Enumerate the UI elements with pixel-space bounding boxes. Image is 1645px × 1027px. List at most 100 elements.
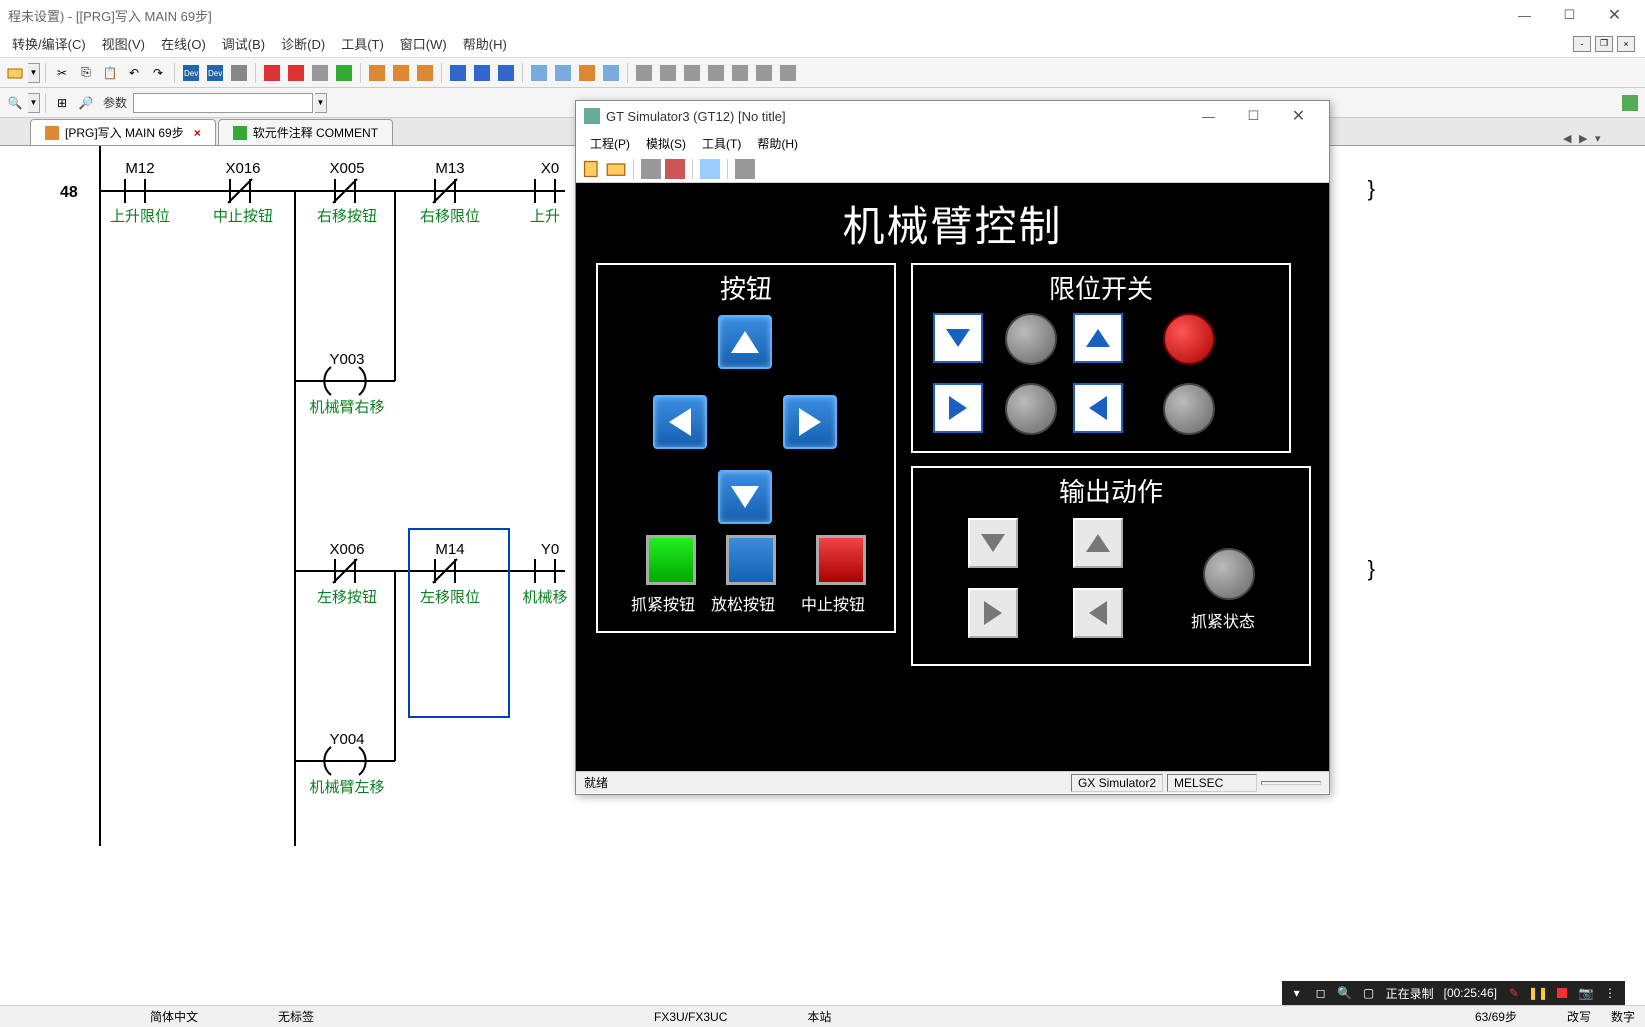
- max-button[interactable]: ☐: [1547, 0, 1592, 30]
- menu-online[interactable]: 在线(O): [153, 30, 214, 57]
- tb-u-icon[interactable]: [777, 62, 799, 84]
- hmi-limit-up[interactable]: [1073, 313, 1123, 363]
- gt-menu-help[interactable]: 帮助(H): [749, 133, 806, 154]
- gt-a-icon[interactable]: [641, 159, 661, 179]
- find-icon[interactable]: 🔎: [75, 92, 97, 114]
- tb-s-icon[interactable]: [729, 62, 751, 84]
- menu-debug[interactable]: 调试(B): [214, 30, 273, 57]
- gt-menu-sim[interactable]: 模拟(S): [638, 133, 694, 154]
- rec-stop-icon[interactable]: [1555, 986, 1569, 1000]
- copy-icon[interactable]: ⎘: [75, 62, 97, 84]
- hmi-limit-left[interactable]: [1073, 383, 1123, 433]
- hmi-out-left[interactable]: [1073, 588, 1123, 638]
- hmi-out-down[interactable]: [968, 518, 1018, 568]
- mdi-min[interactable]: -: [1573, 36, 1591, 52]
- param-input[interactable]: [133, 93, 313, 113]
- rec-screen-icon[interactable]: ▢: [1362, 986, 1376, 1000]
- tb-m-icon[interactable]: [576, 62, 598, 84]
- tab-nav-left[interactable]: ◀: [1563, 132, 1577, 145]
- close-button[interactable]: ✕: [1592, 0, 1637, 30]
- tb-g-icon[interactable]: [414, 62, 436, 84]
- hmi-btn-down[interactable]: [718, 470, 772, 524]
- hmi-btn-left[interactable]: [653, 395, 707, 449]
- sb-num: 数字: [1601, 1008, 1645, 1025]
- undo-icon[interactable]: ↶: [123, 62, 145, 84]
- tb-open-icon[interactable]: [4, 62, 26, 84]
- dev2-icon[interactable]: Dev: [204, 62, 226, 84]
- recorder-bar[interactable]: ▾ ◻ 🔍 ▢ 正在录制 [00:25:46] ✎ ❚❚ 📷 ⋮: [1282, 981, 1625, 1005]
- hmi-btn-up[interactable]: [718, 315, 772, 369]
- gt-titlebar[interactable]: GT Simulator3 (GT12) [No title] — ☐ ✕: [576, 101, 1329, 131]
- menu-tools[interactable]: 工具(T): [333, 30, 392, 57]
- tab-nav-right[interactable]: ▶: [1579, 132, 1593, 145]
- search-icon[interactable]: 🔍: [4, 92, 26, 114]
- tab-close-0[interactable]: ×: [194, 126, 201, 140]
- tb-f-icon[interactable]: [390, 62, 412, 84]
- menu-convert[interactable]: 转换/编译(C): [4, 30, 94, 57]
- gt-new-icon[interactable]: [582, 159, 602, 179]
- tb-k-icon[interactable]: [528, 62, 550, 84]
- rec-camera-icon[interactable]: 📷: [1579, 986, 1593, 1000]
- menu-window[interactable]: 窗口(W): [392, 30, 455, 57]
- gt-menu-tools[interactable]: 工具(T): [694, 133, 749, 154]
- rec-window-icon[interactable]: ◻: [1314, 986, 1328, 1000]
- rec-edit-icon[interactable]: ✎: [1507, 986, 1521, 1000]
- gt-close-button[interactable]: ✕: [1276, 101, 1321, 131]
- min-button[interactable]: —: [1502, 0, 1547, 30]
- hmi-out-up[interactable]: [1073, 518, 1123, 568]
- gt-max-button[interactable]: ☐: [1231, 101, 1276, 131]
- gt-d-icon[interactable]: [735, 159, 755, 179]
- hex-icon[interactable]: [228, 62, 250, 84]
- gt-open-icon[interactable]: [606, 159, 626, 179]
- tb-h-icon[interactable]: [447, 62, 469, 84]
- tb-r-icon[interactable]: [705, 62, 727, 84]
- paste-icon[interactable]: 📋: [99, 62, 121, 84]
- hmi-btn-stop[interactable]: [816, 535, 866, 585]
- rec-menu-icon[interactable]: ⋮: [1603, 986, 1617, 1000]
- hmi-out-right[interactable]: [968, 588, 1018, 638]
- dev1-icon[interactable]: Dev: [180, 62, 202, 84]
- tb-t-icon[interactable]: [753, 62, 775, 84]
- tb-open-drop[interactable]: ▼: [28, 63, 40, 83]
- hmi-limit-down[interactable]: [933, 313, 983, 363]
- hmi-btn-release[interactable]: [726, 535, 776, 585]
- tb-c-icon[interactable]: [309, 62, 331, 84]
- rec-pause-icon[interactable]: ❚❚: [1531, 986, 1545, 1000]
- tb-j-icon[interactable]: [495, 62, 517, 84]
- tab-nav-menu[interactable]: ▾: [1595, 132, 1609, 145]
- tb-d-icon[interactable]: [333, 62, 355, 84]
- mdi-restore[interactable]: ❐: [1595, 36, 1613, 52]
- tab-prg-main[interactable]: [PRG]写入 MAIN 69步 ×: [30, 119, 216, 145]
- tb-i-icon[interactable]: [471, 62, 493, 84]
- tb-o-icon[interactable]: [633, 62, 655, 84]
- redo-icon[interactable]: ↷: [147, 62, 169, 84]
- tab-comment[interactable]: 软元件注释 COMMENT: [218, 119, 393, 145]
- menu-view[interactable]: 视图(V): [94, 30, 153, 57]
- menu-diagnose[interactable]: 诊断(D): [273, 30, 333, 57]
- hmi-screen[interactable]: 机械臂控制 按钮 抓紧按钮 放松按钮 中止按钮 限位开关: [576, 183, 1329, 771]
- rec-expand-icon[interactable]: ▾: [1290, 986, 1304, 1000]
- hmi-btn-grip[interactable]: [646, 535, 696, 585]
- search-drop[interactable]: ▼: [28, 93, 40, 113]
- param-drop[interactable]: ▼: [315, 93, 327, 113]
- menu-help[interactable]: 帮助(H): [455, 30, 515, 57]
- gt-c-icon[interactable]: [700, 159, 720, 179]
- gt-simulator-window[interactable]: GT Simulator3 (GT12) [No title] — ☐ ✕ 工程…: [575, 100, 1330, 795]
- nav-icon[interactable]: ⊞: [51, 92, 73, 114]
- tb-l-icon[interactable]: [552, 62, 574, 84]
- tb-n-icon[interactable]: [600, 62, 622, 84]
- tb-b-icon[interactable]: [285, 62, 307, 84]
- gt-b-icon[interactable]: [665, 159, 685, 179]
- tb-a-icon[interactable]: [261, 62, 283, 84]
- right-tool-icon[interactable]: [1619, 92, 1641, 114]
- rec-zoom-icon[interactable]: 🔍: [1338, 986, 1352, 1000]
- mdi-close[interactable]: ×: [1617, 36, 1635, 52]
- tb-q-icon[interactable]: [681, 62, 703, 84]
- hmi-limit-right[interactable]: [933, 383, 983, 433]
- cut-icon[interactable]: ✂: [51, 62, 73, 84]
- gt-min-button[interactable]: —: [1186, 101, 1231, 131]
- hmi-btn-right[interactable]: [783, 395, 837, 449]
- gt-menu-project[interactable]: 工程(P): [582, 133, 638, 154]
- tb-e-icon[interactable]: [366, 62, 388, 84]
- tb-p-icon[interactable]: [657, 62, 679, 84]
